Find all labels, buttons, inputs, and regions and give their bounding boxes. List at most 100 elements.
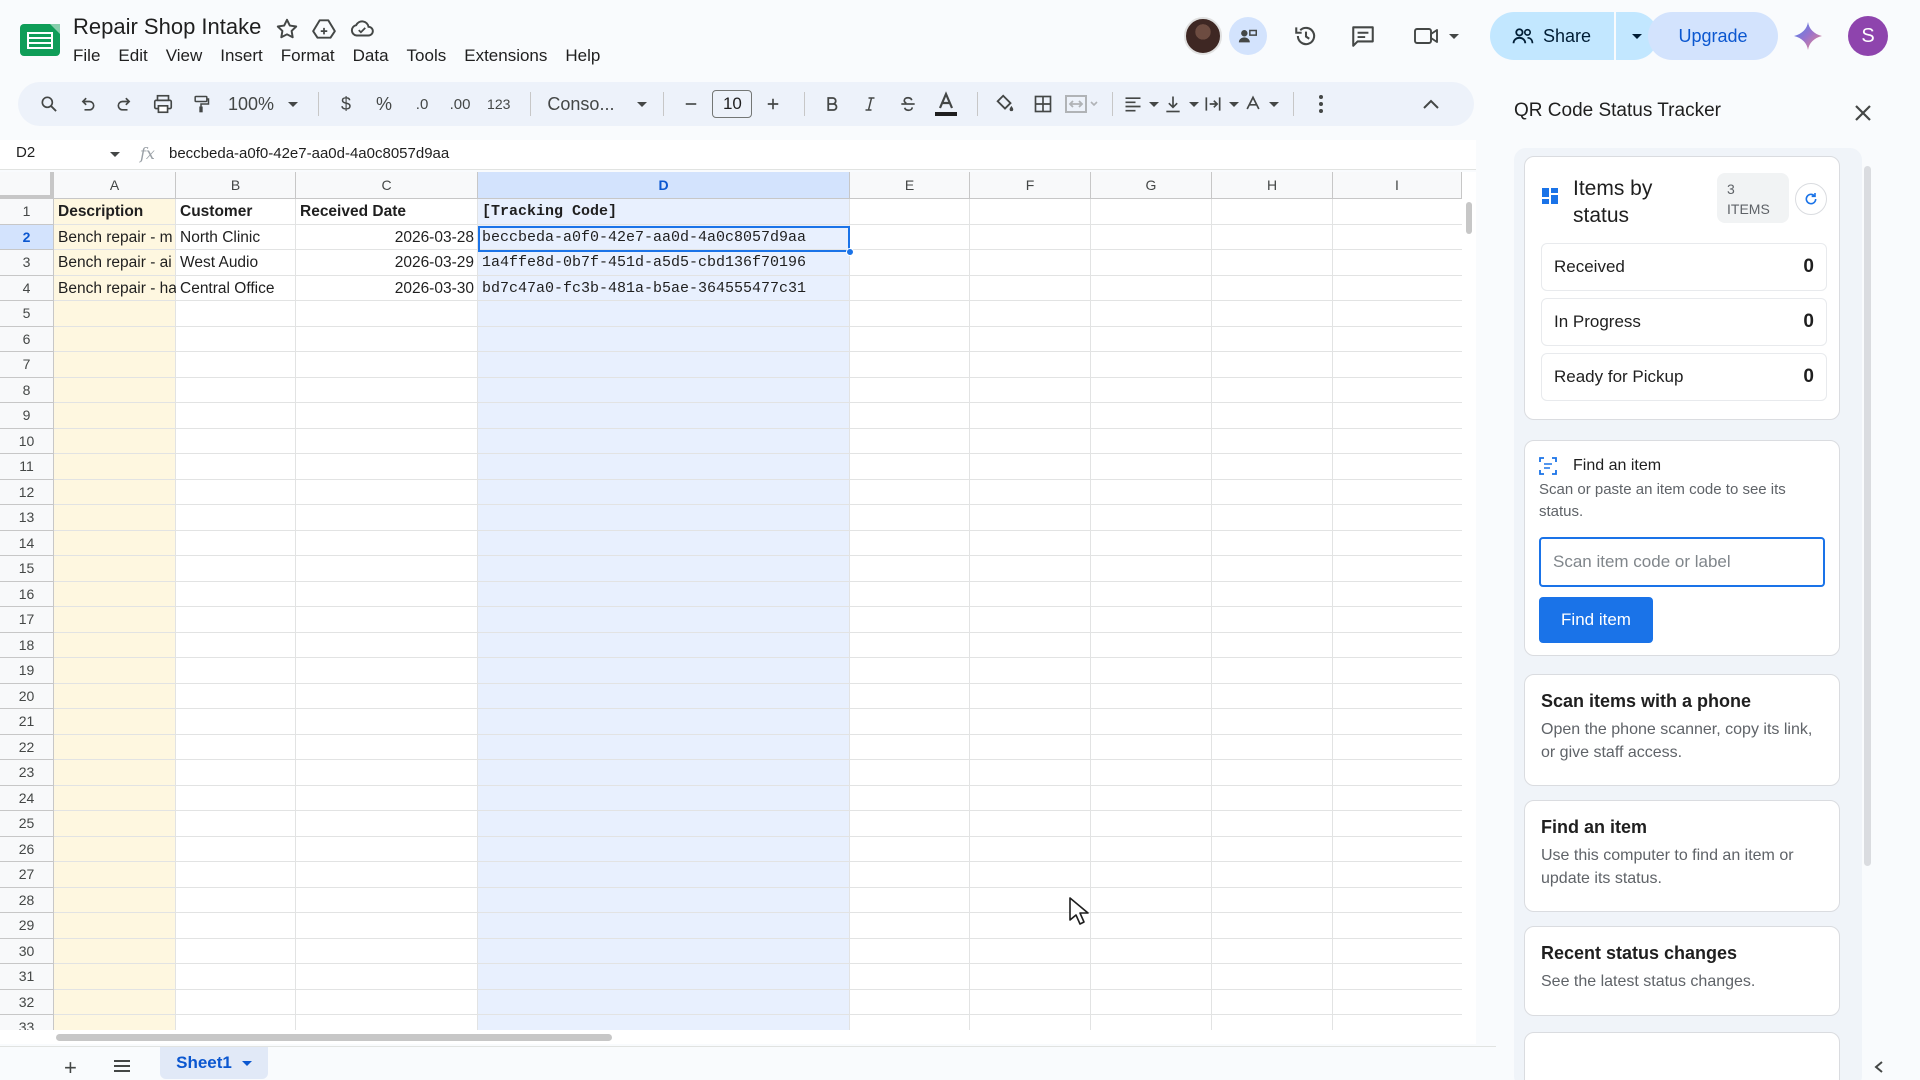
horizontal-scroll-thumb[interactable] (56, 1034, 612, 1041)
sheet-tab-menu-icon[interactable] (241, 1060, 252, 1066)
cloud-saved-icon[interactable] (349, 16, 375, 42)
scan-with-phone-card[interactable]: Scan items with a phone Open the phone s… (1524, 674, 1840, 786)
row-header[interactable]: 2 (0, 224, 54, 250)
row-header[interactable]: 21 (0, 709, 54, 735)
find-item-button[interactable]: Find item (1539, 597, 1653, 643)
gemini-icon[interactable] (1792, 20, 1824, 52)
move-to-drive-icon[interactable] (311, 16, 337, 42)
menu-extensions[interactable]: Extensions (455, 44, 556, 68)
panel-scrollbar[interactable] (1862, 154, 1872, 1080)
name-box[interactable]: D2 (16, 144, 116, 161)
cell[interactable]: Central Office (176, 276, 296, 302)
spreadsheet-grid[interactable]: A B C D E F G H I 1 2 3 4 5 6 7 8 9 10 11 12 13 14 15 16 17 18 19 20… (0, 172, 1462, 1032)
row-header[interactable]: 20 (0, 683, 54, 709)
cell[interactable]: Received Date (296, 199, 478, 225)
meet-call-icon[interactable] (1408, 18, 1464, 54)
cell[interactable]: Bench repair - m (54, 225, 176, 251)
column-header-b[interactable]: B (176, 172, 296, 199)
paint-format-icon[interactable] (184, 87, 218, 121)
cell[interactable]: 2026-03-30 (296, 276, 478, 302)
row-header[interactable]: 26 (0, 836, 54, 862)
comments-icon[interactable] (1343, 18, 1383, 54)
menu-insert[interactable]: Insert (211, 44, 272, 68)
borders-icon[interactable] (1026, 87, 1060, 121)
merge-cells-icon[interactable] (1064, 87, 1098, 121)
cell[interactable]: 2026-03-28 (296, 225, 478, 251)
menu-file[interactable]: File (64, 44, 109, 68)
row-header[interactable]: 23 (0, 760, 54, 786)
row-header[interactable]: 9 (0, 403, 54, 429)
cell[interactable]: Description (54, 199, 176, 225)
menu-help[interactable]: Help (556, 44, 609, 68)
cell[interactable]: bd7c47a0-fc3b-481a-b5ae-364555477c31 (478, 276, 850, 302)
sheets-logo-icon[interactable] (20, 24, 60, 56)
increase-decimal-button[interactable]: .00 (443, 87, 477, 121)
row-header[interactable]: 14 (0, 530, 54, 556)
column-header-h[interactable]: H (1212, 172, 1333, 199)
font-size-input[interactable]: 10 (712, 90, 753, 118)
row-header[interactable]: 18 (0, 632, 54, 658)
star-icon[interactable] (274, 16, 300, 42)
search-menus-icon[interactable] (32, 87, 66, 121)
cell[interactable]: Customer (176, 199, 296, 225)
row-header[interactable]: 7 (0, 352, 54, 378)
cell[interactable]: West Audio (176, 250, 296, 276)
row-header[interactable]: 12 (0, 479, 54, 505)
add-sheet-icon[interactable]: + (64, 1055, 77, 1080)
row-header[interactable]: 10 (0, 428, 54, 454)
column-header-g[interactable]: G (1091, 172, 1212, 199)
fill-handle[interactable] (846, 248, 854, 256)
column-header-c[interactable]: C (296, 172, 478, 199)
more-options-icon[interactable] (1304, 87, 1338, 121)
column-header-a[interactable]: A (54, 172, 176, 199)
row-header[interactable]: 27 (0, 862, 54, 888)
menu-tools[interactable]: Tools (398, 44, 456, 68)
text-color-icon[interactable] (929, 87, 963, 121)
all-sheets-icon[interactable] (112, 1059, 132, 1073)
row-header[interactable]: 13 (0, 505, 54, 531)
refresh-icon[interactable] (1795, 183, 1827, 215)
collapse-menus-icon[interactable] (1414, 87, 1448, 121)
cell[interactable]: North Clinic (176, 225, 296, 251)
increase-font-size-icon[interactable] (756, 87, 790, 121)
upgrade-button[interactable]: Upgrade (1648, 12, 1778, 60)
account-avatar[interactable]: S (1848, 16, 1888, 56)
menu-data[interactable]: Data (344, 44, 398, 68)
vertical-scrollbar[interactable] (1462, 172, 1476, 1032)
horizontal-scrollbar[interactable] (0, 1030, 1476, 1044)
row-header[interactable]: 11 (0, 454, 54, 480)
item-code-input[interactable] (1539, 537, 1825, 587)
row-header[interactable]: 4 (0, 275, 54, 301)
name-box-dropdown-icon[interactable] (110, 152, 120, 157)
bold-icon[interactable] (815, 87, 849, 121)
row-header[interactable]: 17 (0, 607, 54, 633)
document-title[interactable]: Repair Shop Intake (73, 14, 261, 40)
redo-icon[interactable] (108, 87, 142, 121)
text-rotation-icon[interactable] (1243, 87, 1280, 121)
close-icon[interactable] (1848, 98, 1878, 128)
cell[interactable]: Bench repair - ai (54, 250, 176, 276)
row-header[interactable]: 25 (0, 811, 54, 837)
column-header-e[interactable]: E (850, 172, 970, 199)
row-header[interactable]: 5 (0, 301, 54, 327)
row-header[interactable]: 16 (0, 581, 54, 607)
collaborator-avatar[interactable] (1184, 17, 1222, 55)
formula-input[interactable]: beccbeda-a0f0-42e7-aa0d-4a0c8057d9aa (169, 145, 449, 162)
font-family-select[interactable]: Conso... (541, 94, 653, 115)
side-panel-toggle-icon[interactable] (1872, 1060, 1886, 1074)
row-header[interactable]: 28 (0, 887, 54, 913)
row-header[interactable]: 19 (0, 658, 54, 684)
row-header[interactable]: 1 (0, 199, 54, 225)
number-format-button[interactable]: 123 (481, 87, 516, 121)
sheet-tab[interactable]: Sheet1 (160, 1047, 268, 1079)
column-header-i[interactable]: I (1333, 172, 1462, 199)
row-header[interactable]: 32 (0, 989, 54, 1015)
row-header[interactable]: 29 (0, 913, 54, 939)
row-header[interactable]: 3 (0, 250, 54, 276)
version-history-icon[interactable] (1286, 18, 1326, 54)
print-icon[interactable] (146, 87, 180, 121)
fill-color-icon[interactable] (988, 87, 1022, 121)
undo-icon[interactable] (70, 87, 104, 121)
cell[interactable]: 2026-03-29 (296, 250, 478, 276)
zoom-select[interactable]: 100% (222, 87, 304, 121)
